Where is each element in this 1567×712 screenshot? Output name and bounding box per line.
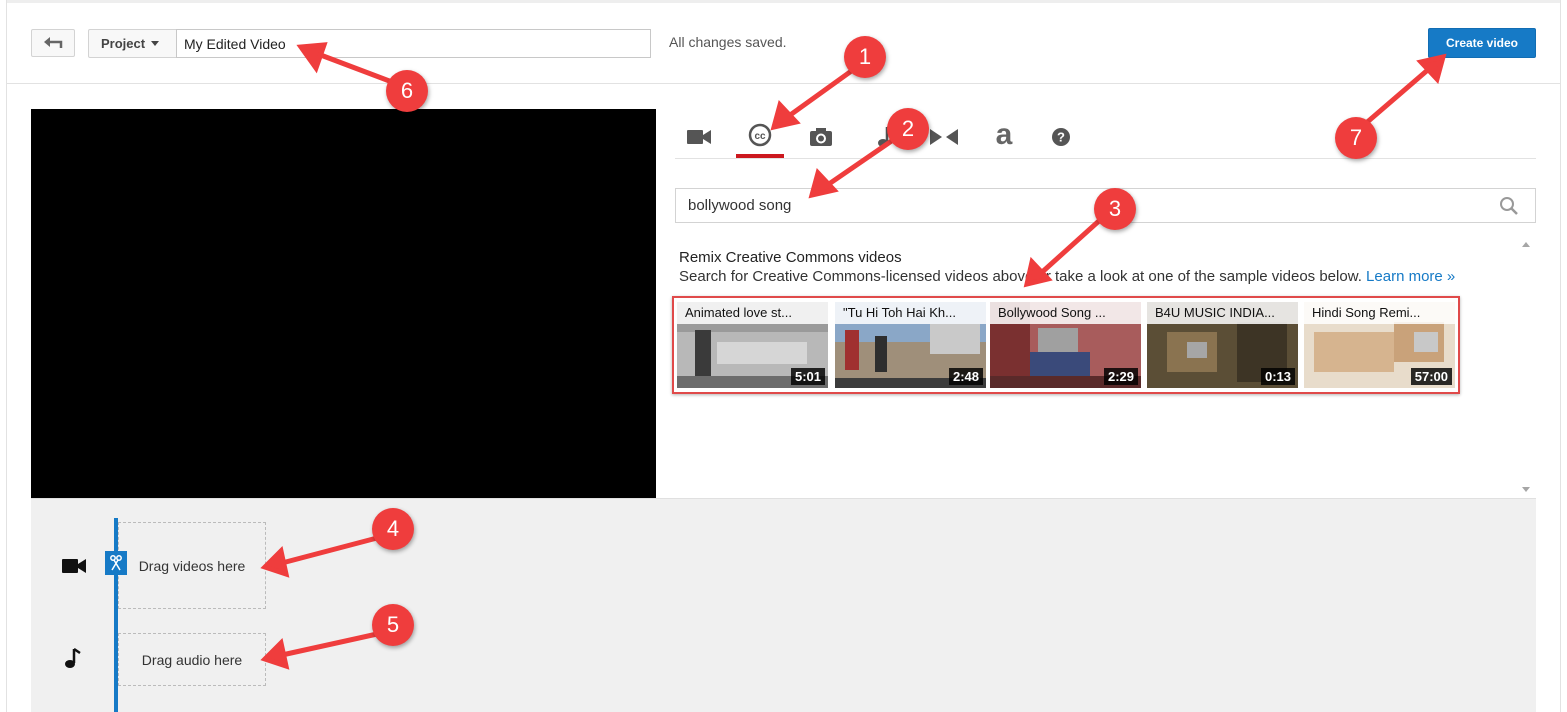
back-arrow-icon [44, 37, 63, 48]
video-camera-icon [687, 130, 711, 144]
results-heading: Remix Creative Commons videos [679, 249, 902, 266]
create-video-button[interactable]: Create video [1428, 28, 1536, 58]
editor-window: Project All changes saved. Create video … [0, 0, 1567, 712]
video-duration: 5:01 [790, 368, 825, 385]
video-title: B4U MUSIC INDIA... [1147, 302, 1298, 324]
frame-border-left [6, 0, 7, 712]
scroll-down-icon[interactable] [1522, 487, 1530, 492]
video-preview[interactable] [31, 109, 656, 498]
video-title: Bollywood Song ... [990, 302, 1141, 324]
scissors-icon [110, 555, 122, 571]
audio-drop-zone[interactable]: Drag audio here [118, 633, 266, 686]
video-track-icon [62, 559, 86, 573]
video-thumbnail[interactable]: Bollywood Song ... 2:29 [990, 302, 1141, 388]
results-scrollbar[interactable] [1517, 236, 1535, 498]
help-icon: ? [1052, 128, 1070, 146]
video-title-input[interactable] [176, 29, 651, 58]
annotation-marker-7: 7 [1335, 117, 1377, 159]
svg-text:cc: cc [754, 131, 766, 142]
video-duration: 57:00 [1410, 368, 1452, 385]
tab-videos[interactable] [675, 116, 723, 158]
scroll-up-icon[interactable] [1522, 242, 1530, 247]
annotation-marker-4: 4 [372, 508, 414, 550]
video-duration: 0:13 [1260, 368, 1295, 385]
video-duration: 2:48 [948, 368, 983, 385]
project-label: Project [101, 36, 146, 51]
tab-photos[interactable] [797, 116, 845, 158]
save-status: All changes saved. [669, 34, 787, 50]
creative-commons-icon: cc [748, 123, 772, 147]
video-title: Animated love st... [677, 302, 828, 324]
annotation-marker-3: 3 [1094, 188, 1136, 230]
annotation-marker-1: 1 [844, 36, 886, 78]
playhead-handle[interactable] [105, 551, 127, 575]
playhead[interactable] [114, 518, 118, 712]
video-thumbnail[interactable]: "Tu Hi Toh Hai Kh... 2:48 [835, 302, 986, 388]
media-tabs: cc a ? [675, 110, 1536, 159]
video-duration: 2:29 [1103, 368, 1138, 385]
learn-more-link[interactable]: Learn more » [1366, 268, 1455, 285]
annotation-marker-2: 2 [887, 108, 929, 150]
video-title: "Tu Hi Toh Hai Kh... [835, 302, 986, 324]
chevron-down-icon [151, 41, 160, 46]
camera-icon [810, 128, 832, 146]
video-thumbnail[interactable]: Hindi Song Remi... 57:00 [1304, 302, 1455, 388]
project-dropdown[interactable]: Project [88, 29, 177, 58]
transitions-icon [930, 129, 958, 145]
video-title: Hindi Song Remi... [1304, 302, 1455, 324]
text-a-icon: a [995, 118, 1013, 151]
audio-track-icon [65, 648, 81, 668]
results-description: Search for Creative Commons-licensed vid… [679, 268, 1455, 285]
search-input[interactable] [676, 189, 1486, 222]
results-description-text: Search for Creative Commons-licensed vid… [679, 268, 1367, 285]
svg-text:?: ? [1057, 130, 1065, 145]
sample-videos-strip: Animated love st... 5:01 "Tu Hi Toh Hai … [672, 296, 1460, 394]
video-thumbnail[interactable]: B4U MUSIC INDIA... 0:13 [1147, 302, 1298, 388]
annotation-marker-6: 6 [386, 70, 428, 112]
video-drop-zone[interactable]: Drag videos here [118, 522, 266, 609]
annotation-marker-5: 5 [372, 604, 414, 646]
back-button[interactable] [31, 29, 75, 57]
video-thumbnail[interactable]: Animated love st... 5:01 [677, 302, 828, 388]
tab-text[interactable]: a [980, 116, 1028, 158]
tab-creative-commons[interactable]: cc [736, 116, 784, 158]
search-icon[interactable] [1499, 196, 1519, 216]
tab-help[interactable]: ? [1037, 116, 1085, 158]
frame-border-right [1560, 0, 1561, 712]
